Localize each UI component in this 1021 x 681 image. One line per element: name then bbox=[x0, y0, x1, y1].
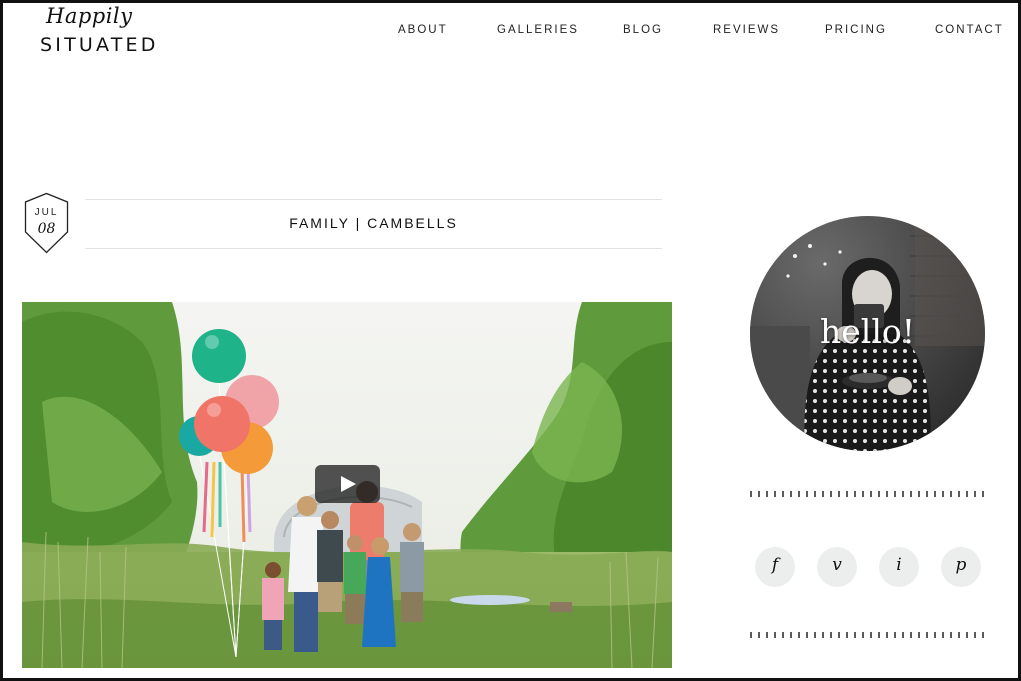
nav-blog[interactable]: BLOG bbox=[623, 24, 663, 36]
sidebar-divider-bottom bbox=[750, 632, 984, 638]
sidebar-divider-top bbox=[750, 491, 984, 497]
hello-photo[interactable]: hello! bbox=[750, 216, 985, 451]
nav-reviews[interactable]: REVIEWS bbox=[713, 24, 780, 36]
hello-text: hello! bbox=[819, 312, 916, 351]
instagram-icon: i bbox=[896, 555, 902, 575]
date-day: 08 bbox=[37, 221, 56, 237]
facebook-icon: f bbox=[771, 555, 779, 575]
nav-about[interactable]: ABOUT bbox=[398, 24, 448, 36]
pinterest-icon: p bbox=[955, 555, 967, 575]
nav-pricing[interactable]: PRICING bbox=[825, 24, 887, 36]
nav-galleries[interactable]: GALLERIES bbox=[497, 24, 579, 36]
video-player[interactable] bbox=[22, 302, 672, 668]
nav-contact[interactable]: CONTACT bbox=[935, 24, 1004, 36]
facebook-button[interactable]: f bbox=[755, 547, 795, 587]
title-rule-bottom bbox=[85, 248, 662, 249]
vimeo-icon: v bbox=[832, 555, 842, 575]
post-title[interactable]: FAMILY | CAMBELLS bbox=[85, 215, 662, 231]
play-button[interactable] bbox=[315, 465, 380, 503]
main-nav: ABOUT GALLERIES BLOG REVIEWS PRICING CON… bbox=[0, 24, 1021, 42]
vimeo-button[interactable]: v bbox=[817, 547, 857, 587]
play-icon bbox=[341, 476, 356, 492]
pinterest-button[interactable]: p bbox=[941, 547, 981, 587]
instagram-button[interactable]: i bbox=[879, 547, 919, 587]
date-month: JUL bbox=[34, 207, 59, 218]
title-rule-top bbox=[85, 199, 662, 200]
date-badge: JUL 08 bbox=[24, 192, 69, 254]
